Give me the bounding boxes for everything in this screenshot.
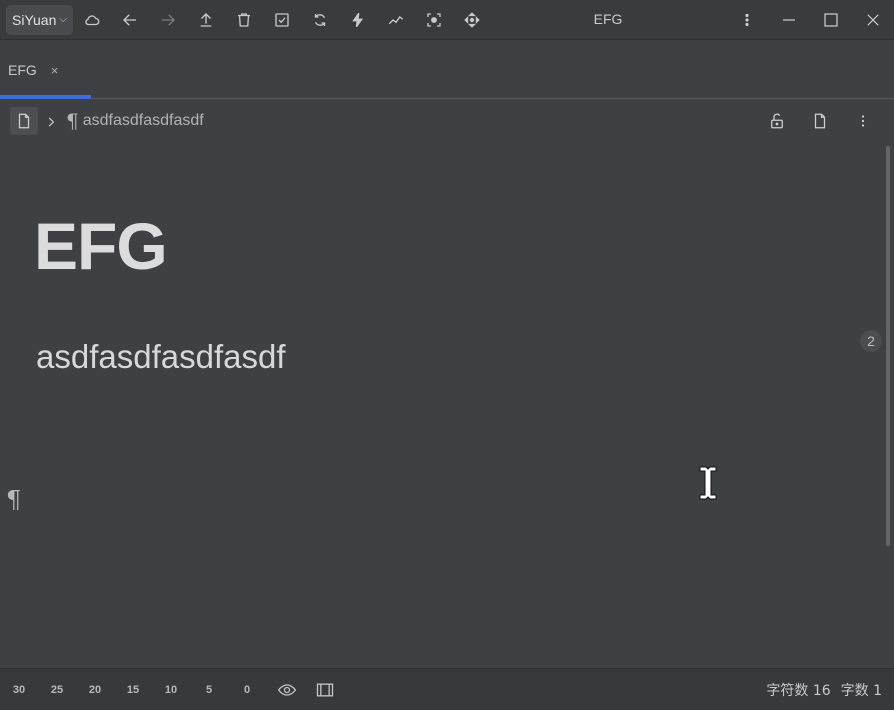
graph-icon[interactable] xyxy=(377,0,415,40)
block-handle-icon[interactable]: ¶ xyxy=(6,486,21,514)
close-icon[interactable] xyxy=(852,0,894,40)
forward-arrow-icon[interactable] xyxy=(149,0,187,40)
maximize-icon[interactable] xyxy=(810,0,852,40)
breadcrumb-item[interactable]: asdfasdfasdfasdf xyxy=(83,112,204,130)
tab-close-icon[interactable]: × xyxy=(51,63,59,78)
window-title: EFG xyxy=(593,11,623,27)
backlink-count-badge[interactable]: 2 xyxy=(860,330,882,352)
eye-icon[interactable] xyxy=(276,680,298,700)
text-cursor-icon xyxy=(697,465,719,501)
minimize-icon[interactable] xyxy=(768,0,810,40)
lightning-icon[interactable] xyxy=(339,0,377,40)
word-count: 字数 1 xyxy=(840,683,882,699)
focus-icon[interactable] xyxy=(415,0,453,40)
paragraph-icon: ¶ xyxy=(66,109,79,133)
top-toolbar: SiYuan ⌵ EFG xyxy=(0,0,894,40)
document-icon[interactable] xyxy=(798,100,841,142)
active-tab-indicator xyxy=(0,95,91,99)
upload-icon[interactable] xyxy=(187,0,225,40)
tab-bar: EFG × xyxy=(0,41,894,99)
chevron-right-icon xyxy=(44,114,58,128)
breadcrumb-actions xyxy=(755,100,884,142)
tab-efg[interactable]: EFG × xyxy=(0,41,92,99)
char-count: 字符数 16 xyxy=(766,683,831,699)
window-controls xyxy=(726,0,894,40)
zoom-tick[interactable]: 30 xyxy=(0,684,38,696)
zoom-scale: 30 25 20 15 10 5 0 xyxy=(0,669,266,710)
paragraph-block[interactable]: asdfasdfasdfasdf xyxy=(36,338,286,376)
zoom-tick[interactable]: 10 xyxy=(152,684,190,696)
zoom-tick[interactable]: 15 xyxy=(114,684,152,696)
zoom-tick[interactable]: 0 xyxy=(228,684,266,696)
document-icon[interactable] xyxy=(10,107,38,135)
sync-icon[interactable] xyxy=(301,0,339,40)
word-counts: 字符数 16 字数 1 xyxy=(766,669,882,710)
tab-label: EFG xyxy=(8,62,37,78)
checkbox-icon[interactable] xyxy=(263,0,301,40)
move-icon[interactable] xyxy=(453,0,491,40)
more-vertical-icon[interactable] xyxy=(841,100,884,142)
scrollbar[interactable] xyxy=(886,146,890,546)
status-bar: 30 25 20 15 10 5 0 字符数 16 字数 1 xyxy=(0,668,894,710)
zoom-tick[interactable]: 5 xyxy=(190,684,228,696)
unlock-icon[interactable] xyxy=(755,100,798,142)
trash-icon[interactable] xyxy=(225,0,263,40)
zoom-tick[interactable]: 25 xyxy=(38,684,76,696)
zoom-tick[interactable]: 20 xyxy=(76,684,114,696)
back-arrow-icon[interactable] xyxy=(111,0,149,40)
breadcrumb: ¶ asdfasdfasdfasdf xyxy=(0,100,894,142)
cloud-icon[interactable] xyxy=(73,0,111,40)
document-title[interactable]: EFG xyxy=(34,208,168,284)
chevron-down-icon: ⌵ xyxy=(59,14,67,25)
workspace-label: SiYuan xyxy=(12,11,57,28)
workspace-menu-button[interactable]: SiYuan ⌵ xyxy=(6,4,73,35)
panel-icon[interactable] xyxy=(314,680,336,700)
more-vertical-icon[interactable] xyxy=(726,0,768,40)
